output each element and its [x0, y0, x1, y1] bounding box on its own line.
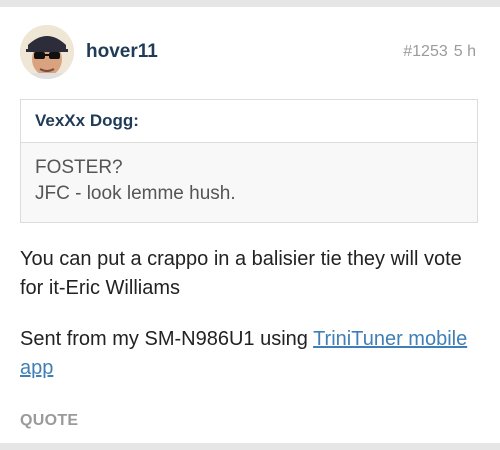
- signature-prefix: Sent from my SM-N986U1 using: [20, 328, 314, 350]
- forum-post: hover11 #1253 5 h VexXx Dogg: FOSTER? JFC…: [0, 7, 500, 443]
- post-time: 5 h: [453, 43, 476, 60]
- avatar-icon: [20, 25, 74, 79]
- bottom-separator: [0, 443, 500, 450]
- post-number[interactable]: #1253: [403, 43, 448, 60]
- quote-author: VexXx Dogg:: [21, 100, 477, 143]
- post-signature: Sent from my SM-N986U1 using TriniTuner …: [20, 325, 480, 383]
- quote-button[interactable]: QUOTE: [20, 412, 78, 430]
- quote-line: JFC - look lemme hush.: [35, 183, 236, 204]
- post-message: You can put a crappo in a balisier tie t…: [20, 248, 462, 299]
- post-username[interactable]: hover11: [86, 41, 158, 63]
- quoted-message: VexXx Dogg: FOSTER? JFC - look lemme hus…: [20, 99, 478, 223]
- quote-line: FOSTER?: [35, 157, 123, 178]
- top-separator: [0, 0, 500, 7]
- quote-body: FOSTER? JFC - look lemme hush.: [21, 143, 477, 207]
- post-meta: #1253 5 h: [403, 43, 476, 61]
- user-avatar[interactable]: [20, 25, 74, 79]
